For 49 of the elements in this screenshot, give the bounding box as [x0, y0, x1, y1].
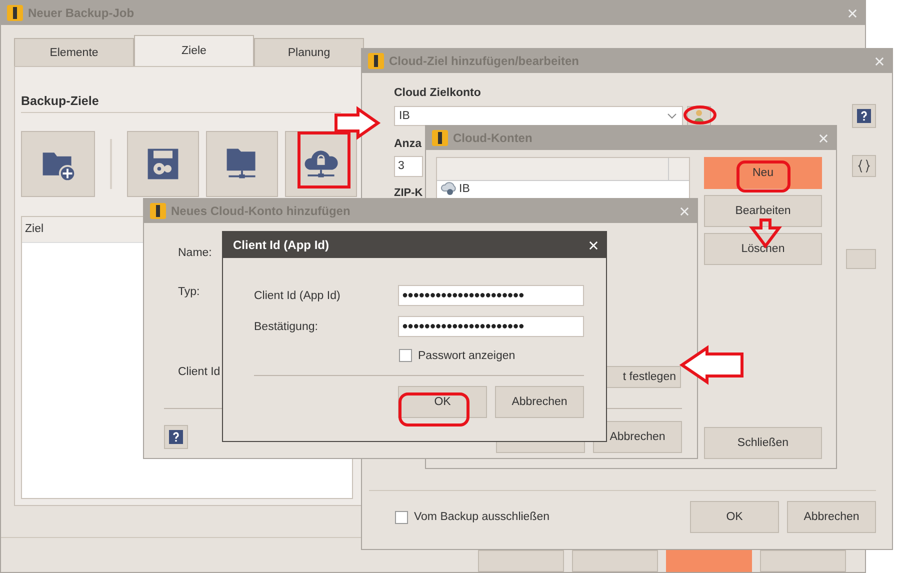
- field-label: Bestätigung:: [254, 320, 319, 332]
- highlight-frame: [298, 132, 350, 188]
- close-button[interactable]: Schließen: [704, 427, 822, 459]
- arrow-annotation: [679, 345, 744, 385]
- field-label: Client Id: [178, 366, 220, 378]
- app-logo-icon: [368, 53, 384, 69]
- help-button[interactable]: [164, 425, 188, 449]
- section-title: Backup-Ziele: [21, 94, 100, 108]
- highlight-frame: [736, 160, 790, 192]
- account-button[interactable]: Löschen: [704, 233, 822, 265]
- password-field[interactable]: ●●●●●●●●●●●●●●●●●●●●●●: [398, 285, 584, 306]
- dialog-button[interactable]: Abbrechen: [787, 501, 876, 533]
- question-mark-icon: [169, 430, 183, 444]
- account-item[interactable]: IB: [437, 181, 474, 196]
- arrow-annotation: [334, 106, 381, 140]
- field-label: Typ:: [178, 286, 200, 298]
- app-logo-icon: [7, 5, 23, 21]
- show-password-checkbox[interactable]: Passwort anzeigen: [399, 349, 584, 362]
- count-field[interactable]: 3: [394, 156, 423, 176]
- account-button[interactable]: Bearbeiten: [704, 195, 822, 227]
- user-icon: [692, 109, 706, 123]
- tab[interactable]: Elemente: [14, 38, 134, 66]
- highlight-frame: [398, 392, 470, 426]
- braces-icon: [857, 159, 871, 173]
- field-label: Client Id (App Id): [254, 290, 342, 302]
- field-label: ZIP-K: [394, 187, 423, 199]
- variables-button[interactable]: [852, 155, 876, 177]
- dialog-button[interactable]: Abbrechen: [495, 386, 584, 418]
- help-button[interactable]: [852, 104, 876, 128]
- dialog-button[interactable]: OK: [690, 501, 779, 533]
- app-logo-icon: [432, 130, 448, 146]
- exclude-checkbox[interactable]: Vom Backup ausschließen: [395, 510, 550, 524]
- cloud-icon: [441, 182, 457, 196]
- tab[interactable]: Ziele: [134, 35, 254, 66]
- field-label: Anza: [394, 138, 422, 150]
- ftp-button[interactable]: [206, 131, 278, 197]
- chevron-icon: [667, 113, 677, 119]
- cancel-button[interactable]: Abbrechen: [593, 421, 682, 453]
- highlight-ring: [684, 106, 716, 124]
- app-logo-icon: [150, 203, 166, 219]
- password-field[interactable]: ●●●●●●●●●●●●●●●●●●●●●●: [398, 316, 584, 337]
- tab[interactable]: Planung: [254, 38, 364, 66]
- field-label: Name:: [178, 247, 212, 259]
- account-dropdown[interactable]: IB: [394, 106, 683, 126]
- field-label: Cloud Zielkonto: [394, 87, 482, 99]
- question-mark-icon: [857, 109, 871, 123]
- add-folder-button[interactable]: [21, 131, 95, 197]
- account-button[interactable]: Neu: [704, 157, 822, 189]
- disk-button[interactable]: [127, 131, 199, 197]
